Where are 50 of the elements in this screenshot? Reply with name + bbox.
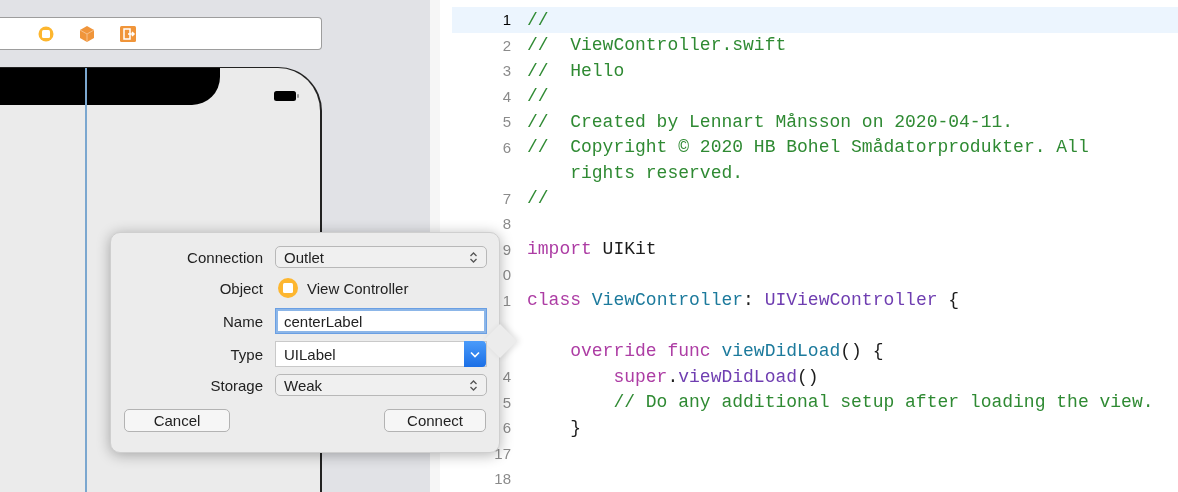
code-line: override func viewDidLoad() { (569, 341, 884, 362)
field-label: Storage (209, 376, 263, 394)
code-line: } (569, 417, 581, 438)
line-number: 5 (502, 113, 511, 131)
name-field[interactable]: centerLabel (275, 308, 487, 334)
line-number: 5 (502, 393, 511, 411)
cancel-button[interactable]: Cancel (124, 409, 230, 432)
line-number: 7 (502, 189, 511, 207)
line-number: 18 (494, 470, 511, 488)
stepper-icon (469, 250, 478, 264)
line-number: 17 (494, 444, 511, 462)
line-number: 4 (502, 368, 511, 386)
code-line: // (527, 9, 549, 30)
popup-button[interactable]: Weak (275, 374, 487, 396)
code-line: // Do any additional setup after loading the view. (612, 392, 1154, 413)
line-number: 1 (502, 291, 511, 309)
line-number: 6 (502, 419, 511, 437)
code-line: // (527, 188, 549, 209)
field-label: Connection (186, 248, 263, 266)
line-number: 9 (502, 240, 511, 258)
code-line: class ViewController: UIViewController { (527, 290, 960, 311)
line-number: 2 (502, 36, 511, 54)
code-line: // Copyright © 2020 HB Bohel Smådatorprodukter. All (527, 137, 1089, 158)
field-label: Name (222, 312, 263, 330)
view-controller-icon (277, 277, 299, 299)
code-line: // Hello (527, 60, 625, 81)
popup-button[interactable]: Outlet (275, 246, 487, 268)
chevron-down-icon[interactable] (464, 341, 486, 367)
view-controller-icon[interactable] (37, 24, 55, 43)
code-line: // (527, 86, 549, 107)
line-number: 3 (502, 62, 511, 80)
line-number: 0 (502, 266, 511, 284)
type-combo-box[interactable]: UILabel (275, 341, 487, 367)
line-number: 4 (502, 87, 511, 105)
code-line: import UIKit (527, 239, 657, 260)
code-line: // Created by Lennart Månsson on 2020-04-11. (527, 111, 1014, 132)
stepper-icon (469, 378, 478, 392)
connect-button[interactable]: Connect (384, 409, 486, 432)
code-line: rights reserved. (569, 162, 744, 183)
cube-icon[interactable] (79, 24, 95, 43)
code-line: super.viewDidLoad() (612, 366, 819, 387)
line-number: 6 (502, 138, 511, 156)
line-number: 8 (502, 215, 511, 233)
line-number: 1 (502, 11, 511, 29)
field-label: Object (218, 279, 263, 297)
battery-icon (274, 90, 300, 102)
field-label: Type (229, 345, 263, 363)
exit-icon[interactable] (119, 24, 137, 43)
code-line: // ViewController.swift (527, 35, 787, 56)
object-name: View Controller (307, 279, 409, 297)
